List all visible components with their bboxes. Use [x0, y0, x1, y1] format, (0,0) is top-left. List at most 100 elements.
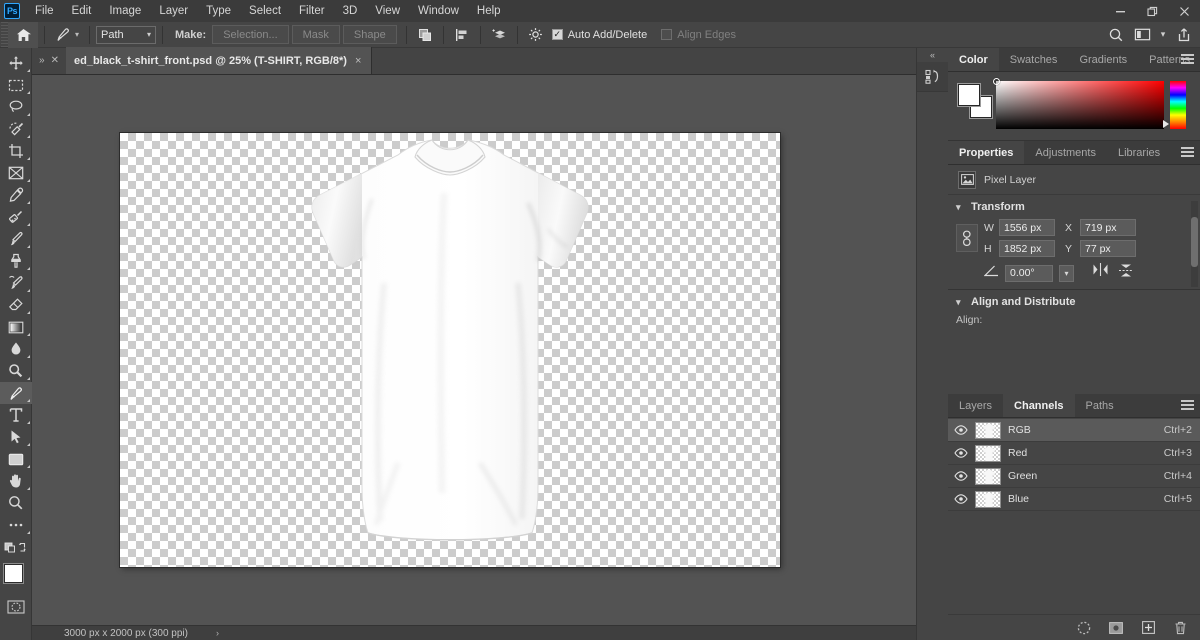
- path-alignment-icon[interactable]: [450, 24, 474, 46]
- menu-3d[interactable]: 3D: [334, 0, 367, 22]
- rectangular-marquee-tool[interactable]: [0, 74, 32, 96]
- table-row[interactable]: RGB Ctrl+2: [948, 419, 1200, 442]
- quick-selection-tool[interactable]: [0, 118, 32, 140]
- chevron-down-icon[interactable]: ▾: [75, 30, 79, 39]
- path-selection-tool[interactable]: [0, 426, 32, 448]
- history-actions-icon[interactable]: [917, 62, 949, 92]
- tab-layers[interactable]: Layers: [948, 394, 1003, 417]
- menu-view[interactable]: View: [366, 0, 409, 22]
- lasso-tool[interactable]: [0, 96, 32, 118]
- expand-arrows-icon[interactable]: »: [39, 55, 45, 66]
- chevron-down-icon[interactable]: ▾: [956, 297, 965, 308]
- collapse-panels-icon[interactable]: «: [917, 48, 948, 62]
- close-button[interactable]: [1168, 0, 1200, 22]
- crop-tool[interactable]: [0, 140, 32, 162]
- rectangle-tool[interactable]: [0, 448, 32, 470]
- angle-input[interactable]: 0.00°: [1005, 264, 1053, 282]
- options-bar-grip[interactable]: [1, 21, 8, 48]
- chevron-down-icon[interactable]: ▾: [1156, 24, 1170, 46]
- home-icon[interactable]: [8, 21, 38, 48]
- align-section-header[interactable]: ▾ Align and Distribute: [948, 296, 1200, 312]
- flip-horizontal-icon[interactable]: [1092, 263, 1109, 283]
- tab-color[interactable]: Color: [948, 48, 999, 71]
- frame-tool[interactable]: [0, 162, 32, 184]
- type-tool[interactable]: [0, 404, 32, 426]
- align-edges-checkbox[interactable]: [661, 29, 673, 40]
- load-channel-as-selection-icon[interactable]: [1076, 620, 1092, 636]
- path-mode-select[interactable]: Path ▾: [96, 25, 157, 44]
- y-input[interactable]: 77 px: [1080, 240, 1136, 257]
- menu-image[interactable]: Image: [100, 0, 150, 22]
- menu-filter[interactable]: Filter: [290, 0, 334, 22]
- visibility-toggle-icon[interactable]: [954, 425, 968, 435]
- document-tab[interactable]: ed_black_t-shirt_front.psd @ 25% (T-SHIR…: [66, 47, 373, 74]
- menu-help[interactable]: Help: [468, 0, 510, 22]
- auto-add-delete-checkbox-row[interactable]: ✓ Auto Add/Delete: [551, 29, 647, 41]
- link-aspect-ratio-icon[interactable]: [956, 224, 978, 252]
- foreground-color-swatch[interactable]: [4, 564, 23, 583]
- tab-channels[interactable]: Channels: [1003, 394, 1075, 417]
- clone-stamp-tool[interactable]: [0, 250, 32, 272]
- visibility-toggle-icon[interactable]: [954, 471, 968, 481]
- move-tool[interactable]: [0, 52, 32, 74]
- auto-add-delete-checkbox[interactable]: ✓: [551, 29, 563, 40]
- tab-properties[interactable]: Properties: [948, 141, 1025, 164]
- table-row[interactable]: Red Ctrl+3: [948, 442, 1200, 465]
- properties-scrollbar-thumb[interactable]: [1191, 217, 1198, 267]
- status-expand-icon[interactable]: ›: [216, 628, 219, 638]
- tab-paths[interactable]: Paths: [1075, 394, 1125, 417]
- path-operations-icon[interactable]: [413, 24, 437, 46]
- transform-section-header[interactable]: ▾ Transform: [948, 201, 1200, 217]
- menu-edit[interactable]: Edit: [63, 0, 101, 22]
- panel-menu-icon[interactable]: [1181, 48, 1194, 72]
- canvas-area[interactable]: [32, 75, 916, 625]
- chevron-down-icon[interactable]: ▾: [1059, 264, 1074, 282]
- color-field[interactable]: [993, 78, 1164, 129]
- artboard[interactable]: [120, 133, 780, 567]
- quick-mask-icon[interactable]: [0, 596, 32, 618]
- chevron-down-icon[interactable]: ▾: [956, 202, 965, 213]
- menu-select[interactable]: Select: [240, 0, 290, 22]
- height-input[interactable]: 1852 px: [999, 240, 1055, 257]
- tool-preset-picker[interactable]: ▾: [51, 26, 83, 43]
- table-row[interactable]: Green Ctrl+4: [948, 465, 1200, 488]
- eraser-tool[interactable]: [0, 294, 32, 316]
- spot-healing-brush-tool[interactable]: [0, 206, 32, 228]
- menu-window[interactable]: Window: [409, 0, 468, 22]
- tab-libraries[interactable]: Libraries: [1107, 141, 1171, 164]
- eyedropper-tool[interactable]: [0, 184, 32, 206]
- dodge-tool[interactable]: [0, 360, 32, 382]
- hue-slider[interactable]: [1170, 81, 1186, 129]
- hand-tool[interactable]: [0, 470, 32, 492]
- color-panel-swatches[interactable]: [958, 84, 992, 118]
- foreground-color-swatch[interactable]: [958, 84, 980, 106]
- tab-swatches[interactable]: Swatches: [999, 48, 1069, 71]
- tab-gradients[interactable]: Gradients: [1068, 48, 1138, 71]
- workspace-switcher-icon[interactable]: [1130, 24, 1154, 46]
- tab-adjustments[interactable]: Adjustments: [1024, 141, 1107, 164]
- search-icon[interactable]: [1104, 24, 1128, 46]
- menu-layer[interactable]: Layer: [150, 0, 197, 22]
- menu-type[interactable]: Type: [197, 0, 240, 22]
- make-shape-button[interactable]: Shape: [342, 25, 397, 44]
- tab-bar-collapse-controls[interactable]: » ✕: [32, 47, 66, 74]
- close-all-icon[interactable]: ✕: [51, 55, 59, 66]
- panel-menu-icon[interactable]: [1181, 394, 1194, 418]
- minimize-button[interactable]: [1104, 0, 1136, 22]
- color-swatches[interactable]: [0, 562, 33, 596]
- edit-toolbar-tool[interactable]: [0, 514, 32, 536]
- save-selection-as-channel-icon[interactable]: [1108, 620, 1124, 636]
- close-icon[interactable]: ×: [355, 55, 361, 67]
- visibility-toggle-icon[interactable]: [954, 448, 968, 458]
- make-selection-button[interactable]: Selection...: [212, 25, 289, 44]
- brush-tool[interactable]: [0, 228, 32, 250]
- menu-file[interactable]: File: [26, 0, 63, 22]
- history-brush-tool[interactable]: [0, 272, 32, 294]
- share-icon[interactable]: [1172, 24, 1196, 46]
- new-channel-icon[interactable]: [1140, 620, 1156, 636]
- gradient-tool[interactable]: [0, 316, 32, 338]
- make-mask-button[interactable]: Mask: [291, 25, 340, 44]
- zoom-tool[interactable]: [0, 492, 32, 514]
- default-colors-icon[interactable]: [0, 536, 32, 558]
- delete-channel-icon[interactable]: [1172, 620, 1188, 636]
